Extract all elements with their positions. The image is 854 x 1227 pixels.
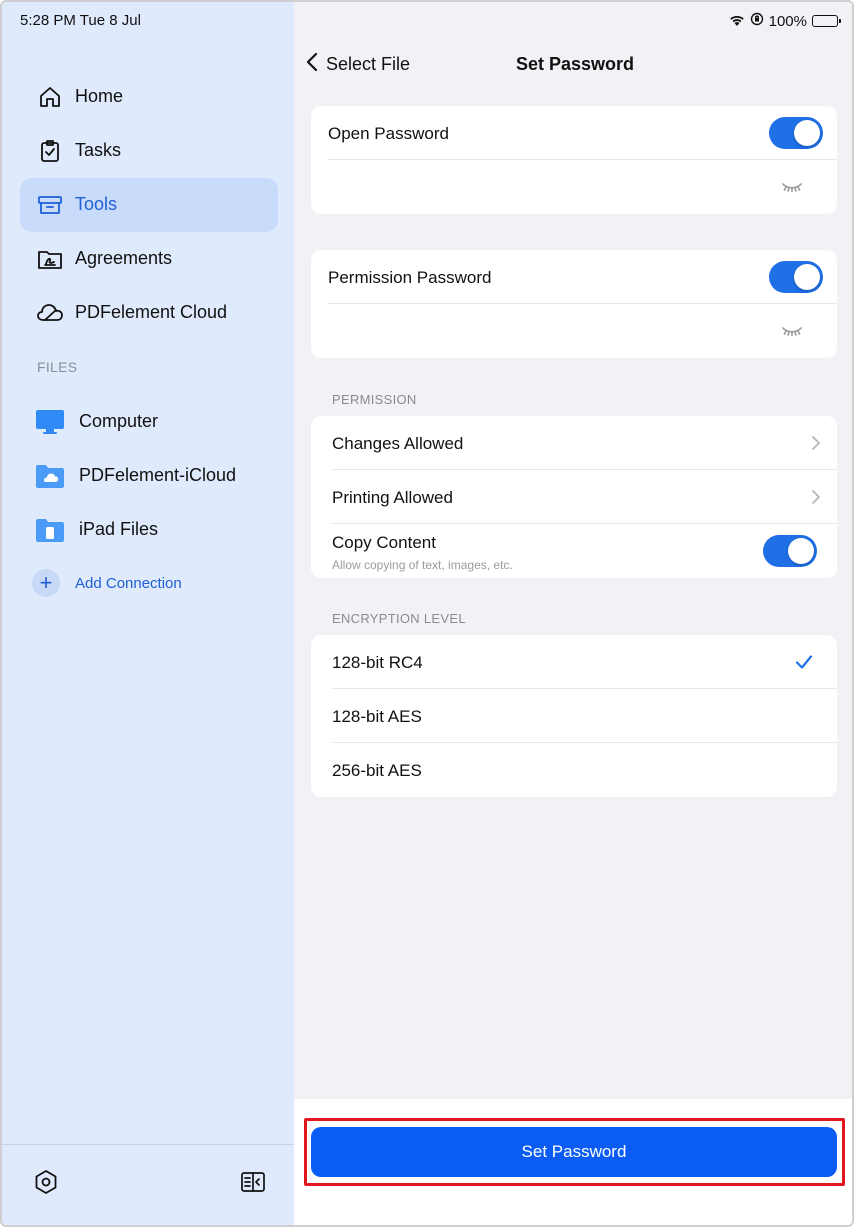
add-connection-label: Add Connection xyxy=(75,574,182,592)
tools-icon xyxy=(36,191,64,219)
encryption-option-label: 128-bit AES xyxy=(332,707,422,726)
sidebar-item-label: PDFelement Cloud xyxy=(75,302,228,322)
printing-allowed-row[interactable]: Printing Allowed xyxy=(311,470,837,524)
open-password-row: Open Password xyxy=(311,106,837,160)
sidebar: 5:28 PM Tue 8 Jul Home Tasks Tools Agree… xyxy=(2,2,294,1225)
eye-closed-icon[interactable] xyxy=(781,324,803,338)
permission-password-row: Permission Password xyxy=(311,250,837,304)
sidebar-item-label: Tasks xyxy=(75,140,122,160)
sidebar-item-label: PDFelement-iCloud xyxy=(79,465,237,485)
settings-icon[interactable] xyxy=(33,1169,59,1195)
sidebar-item-pdfelement-cloud[interactable]: PDFelement Cloud xyxy=(20,286,278,340)
tasks-icon xyxy=(36,137,64,165)
sidebar-item-tools[interactable]: Tools xyxy=(20,178,278,232)
icloud-folder-icon xyxy=(35,462,65,490)
copy-content-toggle[interactable] xyxy=(763,535,817,567)
copy-content-label: Copy Content xyxy=(332,533,436,552)
sidebar-item-label: Agreements xyxy=(75,248,173,268)
battery-percent: 100% xyxy=(768,12,807,30)
open-password-label: Open Password xyxy=(328,124,449,143)
encryption-option-128-aes[interactable]: 128-bit AES xyxy=(311,689,837,743)
permission-password-card: Permission Password xyxy=(311,250,837,358)
permission-password-input[interactable] xyxy=(328,316,748,346)
bottom-action-bar: Set Password xyxy=(294,1099,852,1225)
chevron-right-icon xyxy=(811,435,821,451)
main-panel: 100% Select File Set Password Open Passw… xyxy=(294,2,852,1225)
status-time-date: 5:28 PM Tue 8 Jul xyxy=(20,12,141,29)
sidebar-item-label: Tools xyxy=(75,194,118,214)
encryption-section-header: ENCRYPTION LEVEL xyxy=(332,611,466,626)
copy-content-row: Copy Content Allow copying of text, imag… xyxy=(311,524,837,578)
encryption-option-128-rc4[interactable]: 128-bit RC4 xyxy=(311,635,837,689)
encryption-option-label: 256-bit AES xyxy=(332,761,422,780)
permission-password-field[interactable] xyxy=(311,304,837,358)
sidebar-item-agreements[interactable]: Agreements xyxy=(20,232,278,286)
orientation-lock-icon xyxy=(750,12,764,30)
permission-password-toggle[interactable] xyxy=(769,261,823,293)
page-title: Set Password xyxy=(515,54,635,74)
status-indicators: 100% xyxy=(729,12,841,30)
collapse-sidebar-icon[interactable] xyxy=(240,1169,266,1195)
open-password-toggle[interactable] xyxy=(769,117,823,149)
set-password-button[interactable]: Set Password xyxy=(311,1127,837,1177)
open-password-input[interactable] xyxy=(328,172,748,202)
printing-allowed-label: Printing Allowed xyxy=(332,488,453,507)
files-section-header: FILES xyxy=(37,359,78,375)
copy-content-description: Allow copying of text, images, etc. xyxy=(332,558,513,572)
permission-password-label: Permission Password xyxy=(328,268,492,287)
open-password-field[interactable] xyxy=(311,160,837,214)
computer-icon xyxy=(35,408,65,436)
sidebar-item-label: iPad Files xyxy=(79,519,159,539)
cloud-icon xyxy=(36,299,64,327)
encryption-option-256-aes[interactable]: 256-bit AES xyxy=(311,743,837,797)
encryption-card: 128-bit RC4 128-bit AES 256-bit AES xyxy=(311,635,837,797)
changes-allowed-label: Changes Allowed xyxy=(332,434,464,453)
battery-icon xyxy=(812,15,841,27)
sidebar-item-tasks[interactable]: Tasks xyxy=(20,124,278,178)
sidebar-item-label: Home xyxy=(75,86,124,106)
sidebar-item-home[interactable]: Home xyxy=(20,70,278,124)
wifi-icon xyxy=(729,13,745,30)
sidebar-item-label: Computer xyxy=(79,411,159,431)
changes-allowed-row[interactable]: Changes Allowed xyxy=(311,416,837,470)
permission-card: Changes Allowed Printing Allowed Copy Co… xyxy=(311,416,837,578)
ipad-folder-icon xyxy=(35,516,65,544)
permission-section-header: PERMISSION xyxy=(332,392,417,407)
sidebar-divider xyxy=(2,1144,294,1145)
sidebar-item-computer[interactable]: Computer xyxy=(20,394,278,448)
sidebar-item-pdfelement-icloud[interactable]: PDFelement-iCloud xyxy=(20,448,278,502)
chevron-right-icon xyxy=(811,489,821,505)
sidebar-item-ipad-files[interactable]: iPad Files xyxy=(20,502,278,556)
checkmark-icon xyxy=(795,654,813,670)
home-icon xyxy=(36,83,64,111)
app-window: 5:28 PM Tue 8 Jul Home Tasks Tools Agree… xyxy=(0,0,854,1227)
open-password-card: Open Password xyxy=(311,106,837,214)
eye-closed-icon[interactable] xyxy=(781,180,803,194)
encryption-option-label: 128-bit RC4 xyxy=(332,653,423,672)
agreements-icon xyxy=(36,245,64,273)
plus-icon: + xyxy=(32,569,60,597)
add-connection-button[interactable]: + Add Connection xyxy=(32,568,252,598)
